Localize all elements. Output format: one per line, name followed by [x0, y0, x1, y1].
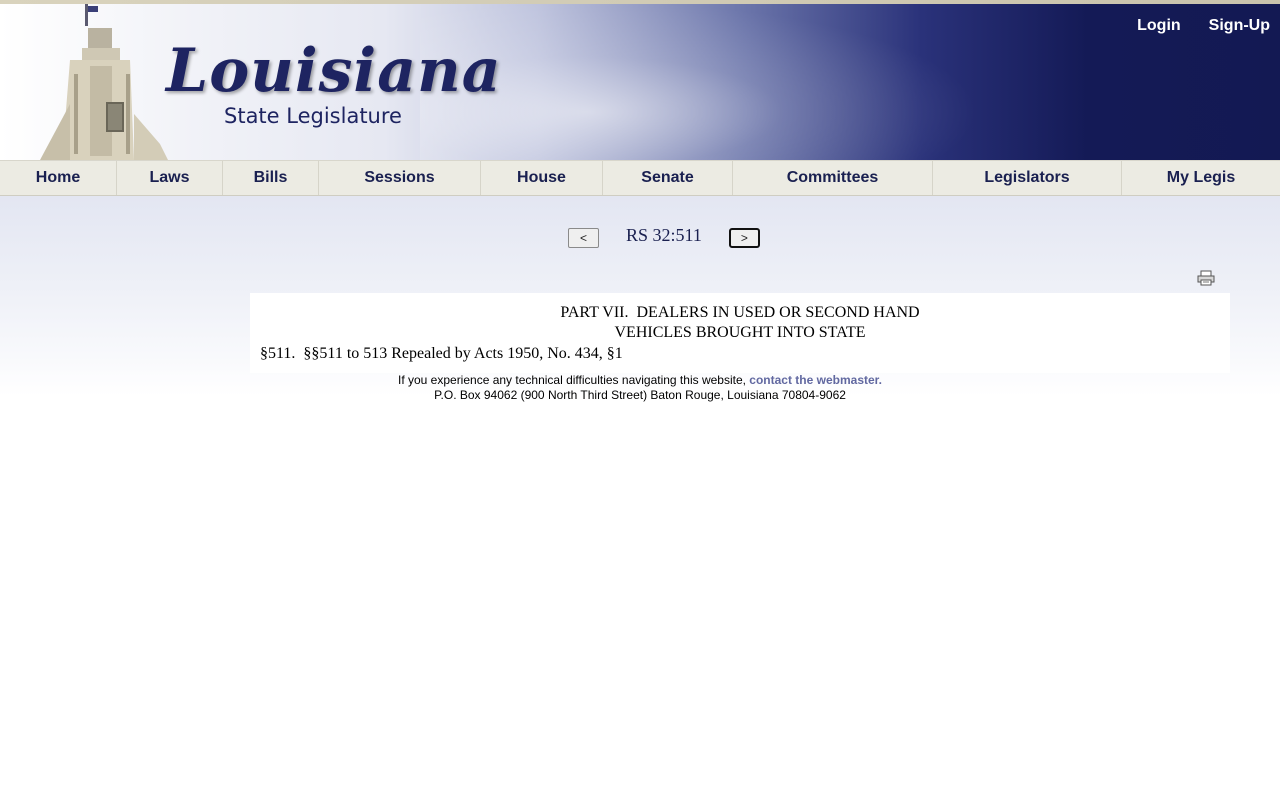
site-footer: If you experience any technical difficul…	[0, 373, 1280, 403]
footer-help-line: If you experience any technical difficul…	[0, 373, 1280, 388]
contact-webmaster-link[interactable]: contact the webmaster.	[749, 373, 882, 387]
law-text-panel: PART VII. DEALERS IN USED OR SECOND HAND…	[250, 293, 1230, 373]
nav-item-laws[interactable]: Laws	[117, 161, 223, 195]
statute-citation: RS 32:511	[626, 225, 702, 245]
part-heading: PART VII. DEALERS IN USED OR SECOND HAND…	[250, 303, 1230, 343]
nav-item-sessions[interactable]: Sessions	[319, 161, 481, 195]
part-heading-line-1: PART VII. DEALERS IN USED OR SECOND HAND	[560, 304, 920, 321]
header-banner: Louisiana State Legislature Login Sign-U…	[0, 0, 1280, 160]
footer-help-text: If you experience any technical difficul…	[397, 373, 750, 387]
main-nav: Home Laws Bills Sessions House Senate Co…	[0, 160, 1280, 196]
nav-item-bills[interactable]: Bills	[223, 161, 319, 195]
nav-item-senate[interactable]: Senate	[603, 161, 733, 195]
nav-item-committees[interactable]: Committees	[733, 161, 933, 195]
logo-subtitle: State Legislature	[224, 104, 402, 128]
signup-link[interactable]: Sign-Up	[1209, 17, 1270, 35]
printer-icon[interactable]	[1197, 270, 1215, 286]
previous-section-button[interactable]: <	[568, 227, 599, 248]
nav-item-my-legis[interactable]: My Legis	[1122, 161, 1280, 195]
section-text: §511. §§511 to 513 Repealed by Acts 1950…	[260, 345, 623, 362]
statute-pager: < RS 32:511 >	[568, 225, 760, 248]
logo-title: Louisiana	[166, 36, 502, 106]
nav-item-home[interactable]: Home	[0, 161, 117, 195]
nav-item-legislators[interactable]: Legislators	[933, 161, 1122, 195]
account-links: Login Sign-Up	[1137, 17, 1270, 35]
footer-address: P.O. Box 94062 (900 North Third Street) …	[434, 388, 846, 402]
login-link[interactable]: Login	[1137, 17, 1181, 35]
banner-light-streak	[420, 0, 980, 160]
capitol-building-image	[40, 4, 168, 160]
nav-item-house[interactable]: House	[481, 161, 603, 195]
part-heading-line-2: VEHICLES BROUGHT INTO STATE	[614, 324, 866, 341]
next-section-button[interactable]: >	[728, 227, 760, 248]
